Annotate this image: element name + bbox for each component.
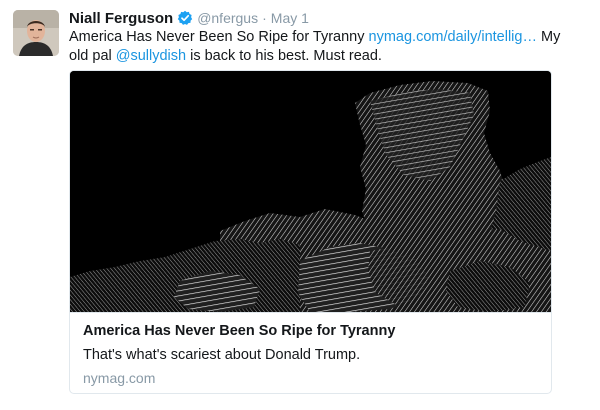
tweet-text-part3: is back to his best. Must read. xyxy=(186,48,382,64)
card-text-area[interactable]: America Has Never Been So Ripe for Tyran… xyxy=(70,312,551,393)
rocky-landscape-illustration xyxy=(70,71,551,312)
link-preview-card[interactable]: America Has Never Been So Ripe for Tyran… xyxy=(69,70,552,394)
user-mention[interactable]: @sullydish xyxy=(116,48,186,64)
tweet-text-part1: America Has Never Been So Ripe for Tyran… xyxy=(69,29,369,45)
author-name[interactable]: Niall Ferguson xyxy=(69,10,173,27)
article-link[interactable]: nymag.com/daily/intellig… xyxy=(369,29,537,45)
verified-badge-icon xyxy=(177,10,193,26)
tweet-timestamp[interactable]: May 1 xyxy=(271,10,309,26)
author-avatar[interactable] xyxy=(13,10,59,56)
card-description: That's what's scariest about Donald Trum… xyxy=(83,347,361,363)
separator-dot: · xyxy=(262,10,267,26)
avatar-photo xyxy=(13,10,59,56)
card-title[interactable]: America Has Never Been So Ripe for Tyran… xyxy=(83,323,395,339)
tweet: Niall Ferguson @nfergus · May 1 America … xyxy=(0,0,600,410)
author-handle[interactable]: @nfergus xyxy=(197,10,258,26)
tweet-text: America Has Never Been So Ripe for Tyran… xyxy=(69,28,569,66)
card-image[interactable] xyxy=(70,71,551,312)
card-domain: nymag.com xyxy=(83,370,156,386)
tweet-header: Niall Ferguson @nfergus · May 1 xyxy=(69,8,309,28)
